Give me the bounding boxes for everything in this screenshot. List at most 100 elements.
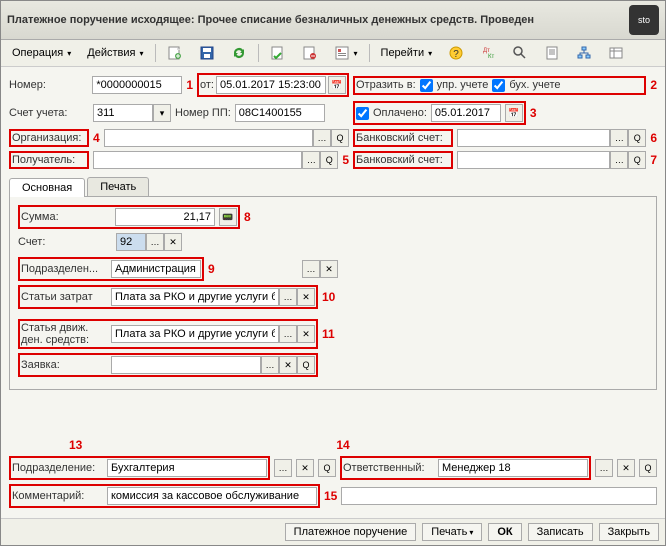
podrazd-label: Подразделен... [21,263,111,275]
bank2-open-icon[interactable]: Q [628,151,646,169]
cost-input[interactable] [111,288,279,306]
bottom-podrazd-label: Подразделение: [12,462,107,474]
account-input[interactable] [93,104,153,122]
operation-menu[interactable]: Операция [5,44,78,62]
svg-text:Кт: Кт [488,54,494,60]
resp-select-icon[interactable]: … [595,459,613,477]
goto-menu[interactable]: Перейти [374,44,440,62]
bottom-podrazd-clear-icon[interactable]: ✕ [296,459,314,477]
request-input[interactable] [111,356,261,374]
footer-close-button[interactable]: Закрыть [599,523,659,541]
bank1-label: Банковский счет: [353,129,453,147]
actions-menu[interactable]: Действия [80,44,150,62]
tabs: Основная Печать [9,177,657,197]
recipient-label: Получатель: [9,151,89,169]
cost-label: Статьи затрат [21,291,111,303]
annotation-5: 5 [342,153,349,167]
schet-input[interactable] [116,233,146,251]
comment-input[interactable] [107,487,317,505]
recipient-input[interactable] [93,151,302,169]
app-logo: sto [629,5,659,35]
annotation-8: 8 [244,210,251,224]
number-input[interactable] [92,76,182,94]
paid-label: Оплачено: [373,107,427,119]
request-clear-icon[interactable]: ✕ [279,356,297,374]
tool-dtdk-icon[interactable]: ДтКт [473,42,503,64]
comment-label: Комментарий: [12,490,107,502]
bank1-select-icon[interactable]: … [610,129,628,147]
footer-ok-button[interactable]: ОК [488,523,521,541]
podrazd-input[interactable] [111,260,201,278]
tool-struct-icon[interactable] [569,42,599,64]
schet-clear-icon[interactable]: ✕ [164,233,182,251]
move-clear-icon[interactable]: ✕ [297,325,315,343]
sum-calc-icon[interactable]: 📟 [219,208,237,226]
request-label: Заявка: [21,359,111,371]
move-select-icon[interactable]: … [279,325,297,343]
pp-input[interactable] [235,104,325,122]
resp-open-icon[interactable]: Q [639,459,657,477]
tool-list-icon[interactable] [601,42,631,64]
podrazd-select-icon[interactable]: … [302,260,320,278]
footer-print-button[interactable]: Печать [422,523,482,541]
tab-print[interactable]: Печать [87,177,149,196]
sum-input[interactable] [115,208,215,226]
footer-save-button[interactable]: Записать [528,523,593,541]
request-open-icon[interactable]: Q [297,356,315,374]
paid-checkbox[interactable] [356,107,369,120]
annotation-11: 11 [322,327,335,341]
bank2-input[interactable] [457,151,610,169]
resp-label: Ответственный: [343,462,438,474]
recipient-select-icon[interactable]: … [302,151,320,169]
tool-post-icon[interactable] [263,42,293,64]
from-label: от: [200,79,214,91]
schet-select-icon[interactable]: … [146,233,164,251]
resp-clear-icon[interactable]: ✕ [617,459,635,477]
bank1-open-icon[interactable]: Q [628,129,646,147]
cost-clear-icon[interactable]: ✕ [297,288,315,306]
bank2-select-icon[interactable]: … [610,151,628,169]
sum-label: Сумма: [21,211,111,223]
date-input[interactable] [216,76,326,94]
tool-report-icon[interactable] [327,42,365,64]
bottom-podrazd-select-icon[interactable]: … [274,459,292,477]
footer-pp-button[interactable]: Платежное поручение [285,523,417,541]
tool-doc-icon[interactable] [537,42,567,64]
upr-label: упр. учете [437,79,489,91]
recipient-open-icon[interactable]: Q [320,151,338,169]
buh-label: бух. учете [509,79,560,91]
buh-checkbox[interactable] [492,79,505,92]
podrazd-clear-icon[interactable]: ✕ [320,260,338,278]
annotation-7: 7 [650,153,657,167]
org-open-icon[interactable]: Q [331,129,349,147]
cost-select-icon[interactable]: … [279,288,297,306]
bank1-input[interactable] [457,129,610,147]
bottom-podrazd-open-icon[interactable]: Q [318,459,336,477]
upr-checkbox[interactable] [420,79,433,92]
paid-date-input[interactable] [431,104,501,122]
tool-add-icon[interactable] [160,42,190,64]
tool-save-icon[interactable] [192,42,222,64]
tool-help-icon[interactable]: ? [441,42,471,64]
org-select-icon[interactable]: … [313,129,331,147]
tool-refresh-icon[interactable] [224,42,254,64]
titlebar: Платежное поручение исходящее: Прочее сп… [1,1,665,40]
request-select-icon[interactable]: … [261,356,279,374]
bottom-podrazd-input[interactable] [107,459,267,477]
tool-find-icon[interactable] [505,42,535,64]
tool-unpost-icon[interactable] [295,42,325,64]
resp-input[interactable] [438,459,588,477]
bank2-label: Банковский счет: [353,151,453,169]
move-label2: ден. средств: [21,334,111,346]
account-label: Счет учета: [9,107,89,119]
annotation-1: 1 [186,78,193,92]
annotation-13: 13 [69,438,82,452]
move-input[interactable] [111,325,279,343]
calendar-icon[interactable]: 📅 [328,76,346,94]
paid-calendar-icon[interactable]: 📅 [505,104,523,122]
tab-main[interactable]: Основная [9,178,85,197]
window-title: Платежное поручение исходящее: Прочее сп… [7,14,629,26]
org-input[interactable] [104,129,313,147]
comment-input-ext[interactable] [341,487,657,505]
account-dropdown-icon[interactable]: ▾ [153,104,171,122]
